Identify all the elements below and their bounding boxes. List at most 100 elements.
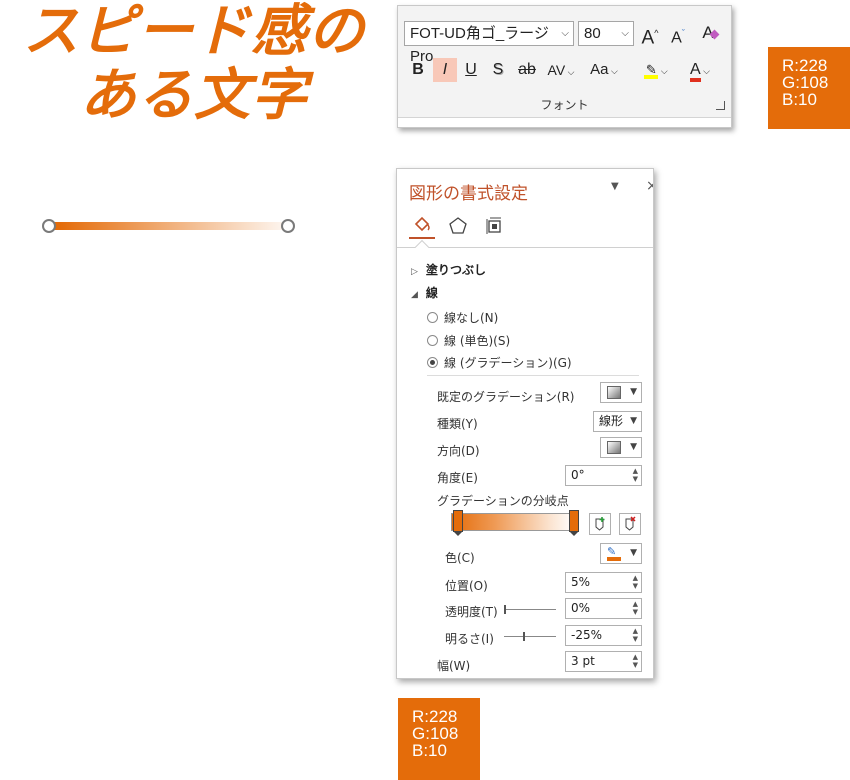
grow-font-button[interactable]: A^ <box>638 21 662 49</box>
headline-line-2: ある文字 <box>80 63 308 128</box>
brightness-label: 明るさ(I) <box>445 632 494 646</box>
shrink-font-button[interactable]: Aˇ <box>666 21 690 47</box>
radio-label: 線 (グラデーション)(G) <box>444 356 572 370</box>
shrink-font-glyph: A <box>671 29 682 47</box>
spin-arrows-icon[interactable]: ▲ ▼ <box>633 627 638 643</box>
close-icon[interactable]: × <box>646 178 653 194</box>
expand-icon: ▷ <box>411 267 418 277</box>
strikethrough-button[interactable]: ab <box>514 58 540 82</box>
swatch-r: R:228 <box>782 56 828 75</box>
type-label: 種類(Y) <box>437 417 478 431</box>
swatch-g: G:108 <box>412 724 459 743</box>
radio-label: 線 (単色)(S) <box>444 334 511 348</box>
radio-no-line[interactable]: 線なし(N) <box>427 309 498 326</box>
chevron-down-icon: ⌵ <box>621 28 629 39</box>
transparency-slider-thumb[interactable] <box>504 605 506 614</box>
change-case-glyph: Aa <box>590 61 609 78</box>
gradient-line-shape[interactable] <box>48 222 288 230</box>
font-size-combo[interactable]: 80 ⌵ <box>578 21 634 46</box>
highlighter-icon: ✎ <box>644 62 659 79</box>
clear-formatting-button[interactable]: A <box>698 21 722 45</box>
font-group-label: フォント <box>540 98 589 112</box>
line-section-label: 線 <box>425 286 438 300</box>
chevron-down-icon: ⌵ <box>561 28 569 39</box>
stop-color-dropdown[interactable]: ✎ ▼ <box>600 543 642 564</box>
size-properties-tab[interactable] <box>481 213 507 239</box>
chevron-down-icon: ▼ <box>630 387 637 397</box>
grow-font-glyph: A <box>641 27 655 49</box>
fill-section-header[interactable]: ▷ 塗りつぶし <box>411 261 486 278</box>
bold-button[interactable]: B <box>408 58 428 82</box>
pane-title: 図形の書式設定 <box>409 184 528 204</box>
fill-section-label: 塗りつぶし <box>425 263 487 277</box>
shadow-button[interactable]: S <box>488 58 508 82</box>
line-section-header[interactable]: ◢ 線 <box>411 284 438 301</box>
chevron-down-icon: ⌵ <box>565 67 575 77</box>
preset-gradient-dropdown[interactable]: ▼ <box>600 382 642 403</box>
collapse-icon: ◢ <box>411 290 418 300</box>
font-ribbon-group: FOT-UD角ゴ_ラージ Pro ⌵ 80 ⌵ A^ Aˇ A B I U S … <box>397 5 732 128</box>
line-start-handle[interactable] <box>42 219 56 233</box>
highlight-color-button[interactable]: ✎ ⌵ <box>638 58 674 82</box>
angle-label: 角度(E) <box>437 471 478 485</box>
font-name-combo[interactable]: FOT-UD角ゴ_ラージ Pro ⌵ <box>404 21 574 65</box>
spin-arrows-icon[interactable]: ▲ ▼ <box>633 467 638 483</box>
brightness-slider-thumb[interactable] <box>523 632 525 641</box>
section-divider <box>427 375 639 376</box>
direction-dropdown[interactable]: ▼ <box>600 437 642 458</box>
pane-tab-separator <box>397 247 653 248</box>
chevron-down-icon: ▼ <box>630 548 637 558</box>
change-case-button[interactable]: Aa ⌵ <box>586 58 622 82</box>
color-swatch-top: R:228 G:108 B:10 <box>768 47 850 129</box>
italic-button[interactable]: I <box>433 58 457 82</box>
radio-gradient-line[interactable]: 線 (グラデーション)(G) <box>427 354 572 371</box>
headline-line-1: スピード感の <box>23 0 365 64</box>
width-value: 3 pt <box>571 654 595 668</box>
font-color-button[interactable]: A ⌵ <box>682 58 718 82</box>
chevron-down-icon: ▼ <box>630 416 637 426</box>
spin-arrows-icon[interactable]: ▲ ▼ <box>633 600 638 616</box>
line-end-handle[interactable] <box>281 219 295 233</box>
dialog-launcher-icon[interactable] <box>716 101 725 110</box>
spin-arrows-icon[interactable]: ▲ ▼ <box>633 574 638 590</box>
angle-value: 0° <box>571 468 585 482</box>
position-input[interactable]: 5% ▲ ▼ <box>565 572 642 593</box>
type-dropdown[interactable]: 線形 ▼ <box>593 411 642 432</box>
pane-options-icon[interactable]: ▼ <box>611 181 619 192</box>
radio-solid-line[interactable]: 線 (単色)(S) <box>427 332 510 349</box>
width-input[interactable]: 3 pt ▲ ▼ <box>565 651 642 672</box>
transparency-value: 0% <box>571 601 591 615</box>
width-label: 幅(W) <box>437 659 471 673</box>
gradient-stop-2[interactable] <box>569 510 579 532</box>
size-properties-icon <box>486 217 501 234</box>
spin-arrows-icon[interactable]: ▲ ▼ <box>633 653 638 669</box>
pen-color-icon: ✎ <box>607 546 621 561</box>
add-gradient-stop-button[interactable] <box>589 513 611 535</box>
transparency-slider-track[interactable] <box>504 609 556 610</box>
gradient-stop-2-tip <box>569 531 579 536</box>
remove-stop-icon <box>625 516 636 531</box>
chevron-down-icon: ▼ <box>630 442 637 452</box>
fill-line-tab[interactable] <box>409 213 435 239</box>
add-stop-icon <box>595 517 605 531</box>
character-spacing-glyph: AV <box>547 62 566 78</box>
underline-button[interactable]: U <box>461 58 481 82</box>
transparency-input[interactable]: 0% ▲ ▼ <box>565 598 642 619</box>
swatch-r: R:228 <box>412 707 458 726</box>
gradient-stop-1-tip <box>453 531 463 536</box>
brightness-input[interactable]: -25% ▲ ▼ <box>565 625 642 646</box>
gradient-stop-1[interactable] <box>453 510 463 532</box>
brightness-value: -25% <box>571 628 603 642</box>
preset-gradient-label: 既定のグラデーション(R) <box>437 390 575 404</box>
remove-gradient-stop-button[interactable] <box>619 513 641 535</box>
effects-tab[interactable] <box>445 213 471 239</box>
radio-circle <box>427 335 438 346</box>
gradient-swatch-icon <box>607 386 621 399</box>
gradient-swatch-icon <box>607 441 621 454</box>
gradient-stops-bar[interactable] <box>451 513 575 531</box>
brightness-slider-track[interactable] <box>504 636 556 637</box>
transparency-label: 透明度(T) <box>445 605 498 619</box>
angle-input[interactable]: 0° ▲ ▼ <box>565 465 642 486</box>
position-value: 5% <box>571 575 591 589</box>
character-spacing-button[interactable]: AV ⌵ <box>544 58 578 82</box>
